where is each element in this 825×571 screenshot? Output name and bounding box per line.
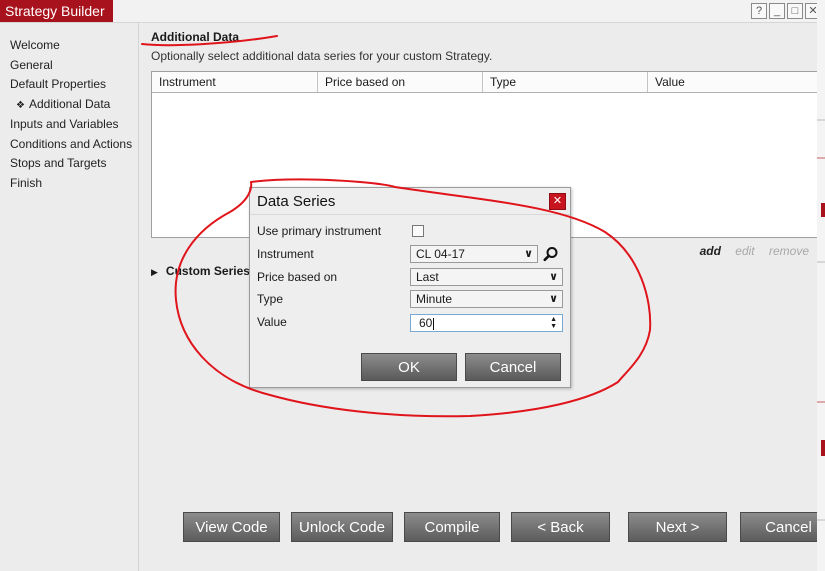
- remove-link: remove: [768, 244, 809, 258]
- chevron-down-icon: ∨: [524, 248, 533, 260]
- dialog-title: Data Series: [257, 193, 336, 210]
- use-primary-label: Use primary instrument: [257, 224, 382, 238]
- price-based-on-value: Last: [416, 270, 439, 284]
- compile-button[interactable]: Compile: [404, 512, 500, 542]
- dialog-cancel-button[interactable]: Cancel: [465, 353, 561, 381]
- data-series-dialog: Data Series ✕ Use primary instrument Ins…: [249, 187, 571, 388]
- column-header-price-based-on[interactable]: Price based on: [318, 72, 483, 92]
- minimize-icon[interactable]: _: [769, 3, 785, 19]
- search-icon[interactable]: [543, 246, 559, 262]
- type-label: Type: [257, 292, 284, 306]
- chevron-down-icon: ∨: [549, 293, 558, 305]
- custom-series-label: Custom Series: [165, 264, 250, 278]
- table-header: Instrument Price based on Type Value: [152, 72, 825, 93]
- maximize-icon[interactable]: □: [787, 3, 803, 19]
- edit-link: edit: [735, 244, 755, 258]
- page-title: Additional Data: [151, 30, 240, 44]
- unlock-code-button[interactable]: Unlock Code: [291, 512, 393, 542]
- background-window-edge: [817, 0, 825, 571]
- app-title: Strategy Builder: [0, 0, 113, 22]
- instrument-label: Instrument: [257, 247, 314, 261]
- price-based-on-select[interactable]: Last ∨: [410, 268, 563, 286]
- price-based-on-label: Price based on: [257, 270, 338, 284]
- wizard-footer: View Code Unlock Code Compile < Back Nex…: [183, 512, 825, 542]
- column-header-instrument[interactable]: Instrument: [152, 72, 318, 92]
- sidebar-item-default-properties[interactable]: Default Properties: [10, 75, 138, 95]
- sidebar-item-finish[interactable]: Finish: [10, 174, 138, 194]
- sidebar-item-label: Additional Data: [28, 96, 111, 111]
- value-spinner[interactable]: 60 ▲ ▼: [410, 314, 563, 332]
- sidebar-item-general[interactable]: General: [10, 56, 138, 76]
- dialog-close-icon[interactable]: ✕: [549, 193, 566, 210]
- value-label: Value: [257, 315, 287, 329]
- back-button[interactable]: < Back: [511, 512, 610, 542]
- instrument-select[interactable]: CL 04-17 ∨: [410, 245, 538, 263]
- help-icon[interactable]: ?: [751, 3, 767, 19]
- sidebar-item-welcome[interactable]: Welcome: [10, 36, 138, 56]
- page-description: Optionally select additional data series…: [151, 49, 493, 63]
- cancel-button[interactable]: Cancel: [740, 512, 825, 542]
- chevron-down-icon: ∨: [549, 271, 558, 283]
- wizard-sidebar: Welcome General Default Properties ❖ Addi…: [0, 23, 139, 571]
- column-header-value[interactable]: Value: [648, 72, 825, 92]
- text-cursor: [433, 317, 435, 330]
- view-code-button[interactable]: View Code: [183, 512, 280, 542]
- title-bar: Strategy Builder ? _ □ ✕: [0, 0, 825, 23]
- use-primary-checkbox[interactable]: [412, 225, 424, 237]
- instrument-value: CL 04-17: [416, 247, 465, 261]
- active-step-icon: ❖: [16, 99, 25, 111]
- value-input[interactable]: 60: [419, 316, 432, 330]
- sidebar-item-inputs-and-variables[interactable]: Inputs and Variables: [10, 115, 138, 135]
- expand-triangle-icon: ▶: [151, 267, 158, 277]
- add-link[interactable]: add: [700, 244, 721, 258]
- ok-button[interactable]: OK: [361, 353, 457, 381]
- next-button[interactable]: Next >: [628, 512, 727, 542]
- dialog-title-bar: Data Series ✕: [250, 188, 570, 215]
- type-select[interactable]: Minute ∨: [410, 290, 563, 308]
- spinner-arrows-icon[interactable]: ▲ ▼: [550, 316, 557, 330]
- window-controls: ? _ □ ✕: [751, 3, 821, 19]
- custom-series-expander[interactable]: ▶ Custom Series: [151, 264, 250, 278]
- type-value: Minute: [416, 292, 453, 306]
- sidebar-item-conditions-and-actions[interactable]: Conditions and Actions: [10, 135, 138, 155]
- table-actions: add edit remove: [689, 244, 809, 258]
- column-header-type[interactable]: Type: [483, 72, 648, 92]
- sidebar-item-additional-data[interactable]: ❖ Additional Data: [10, 95, 138, 116]
- sidebar-item-stops-and-targets[interactable]: Stops and Targets: [10, 154, 138, 174]
